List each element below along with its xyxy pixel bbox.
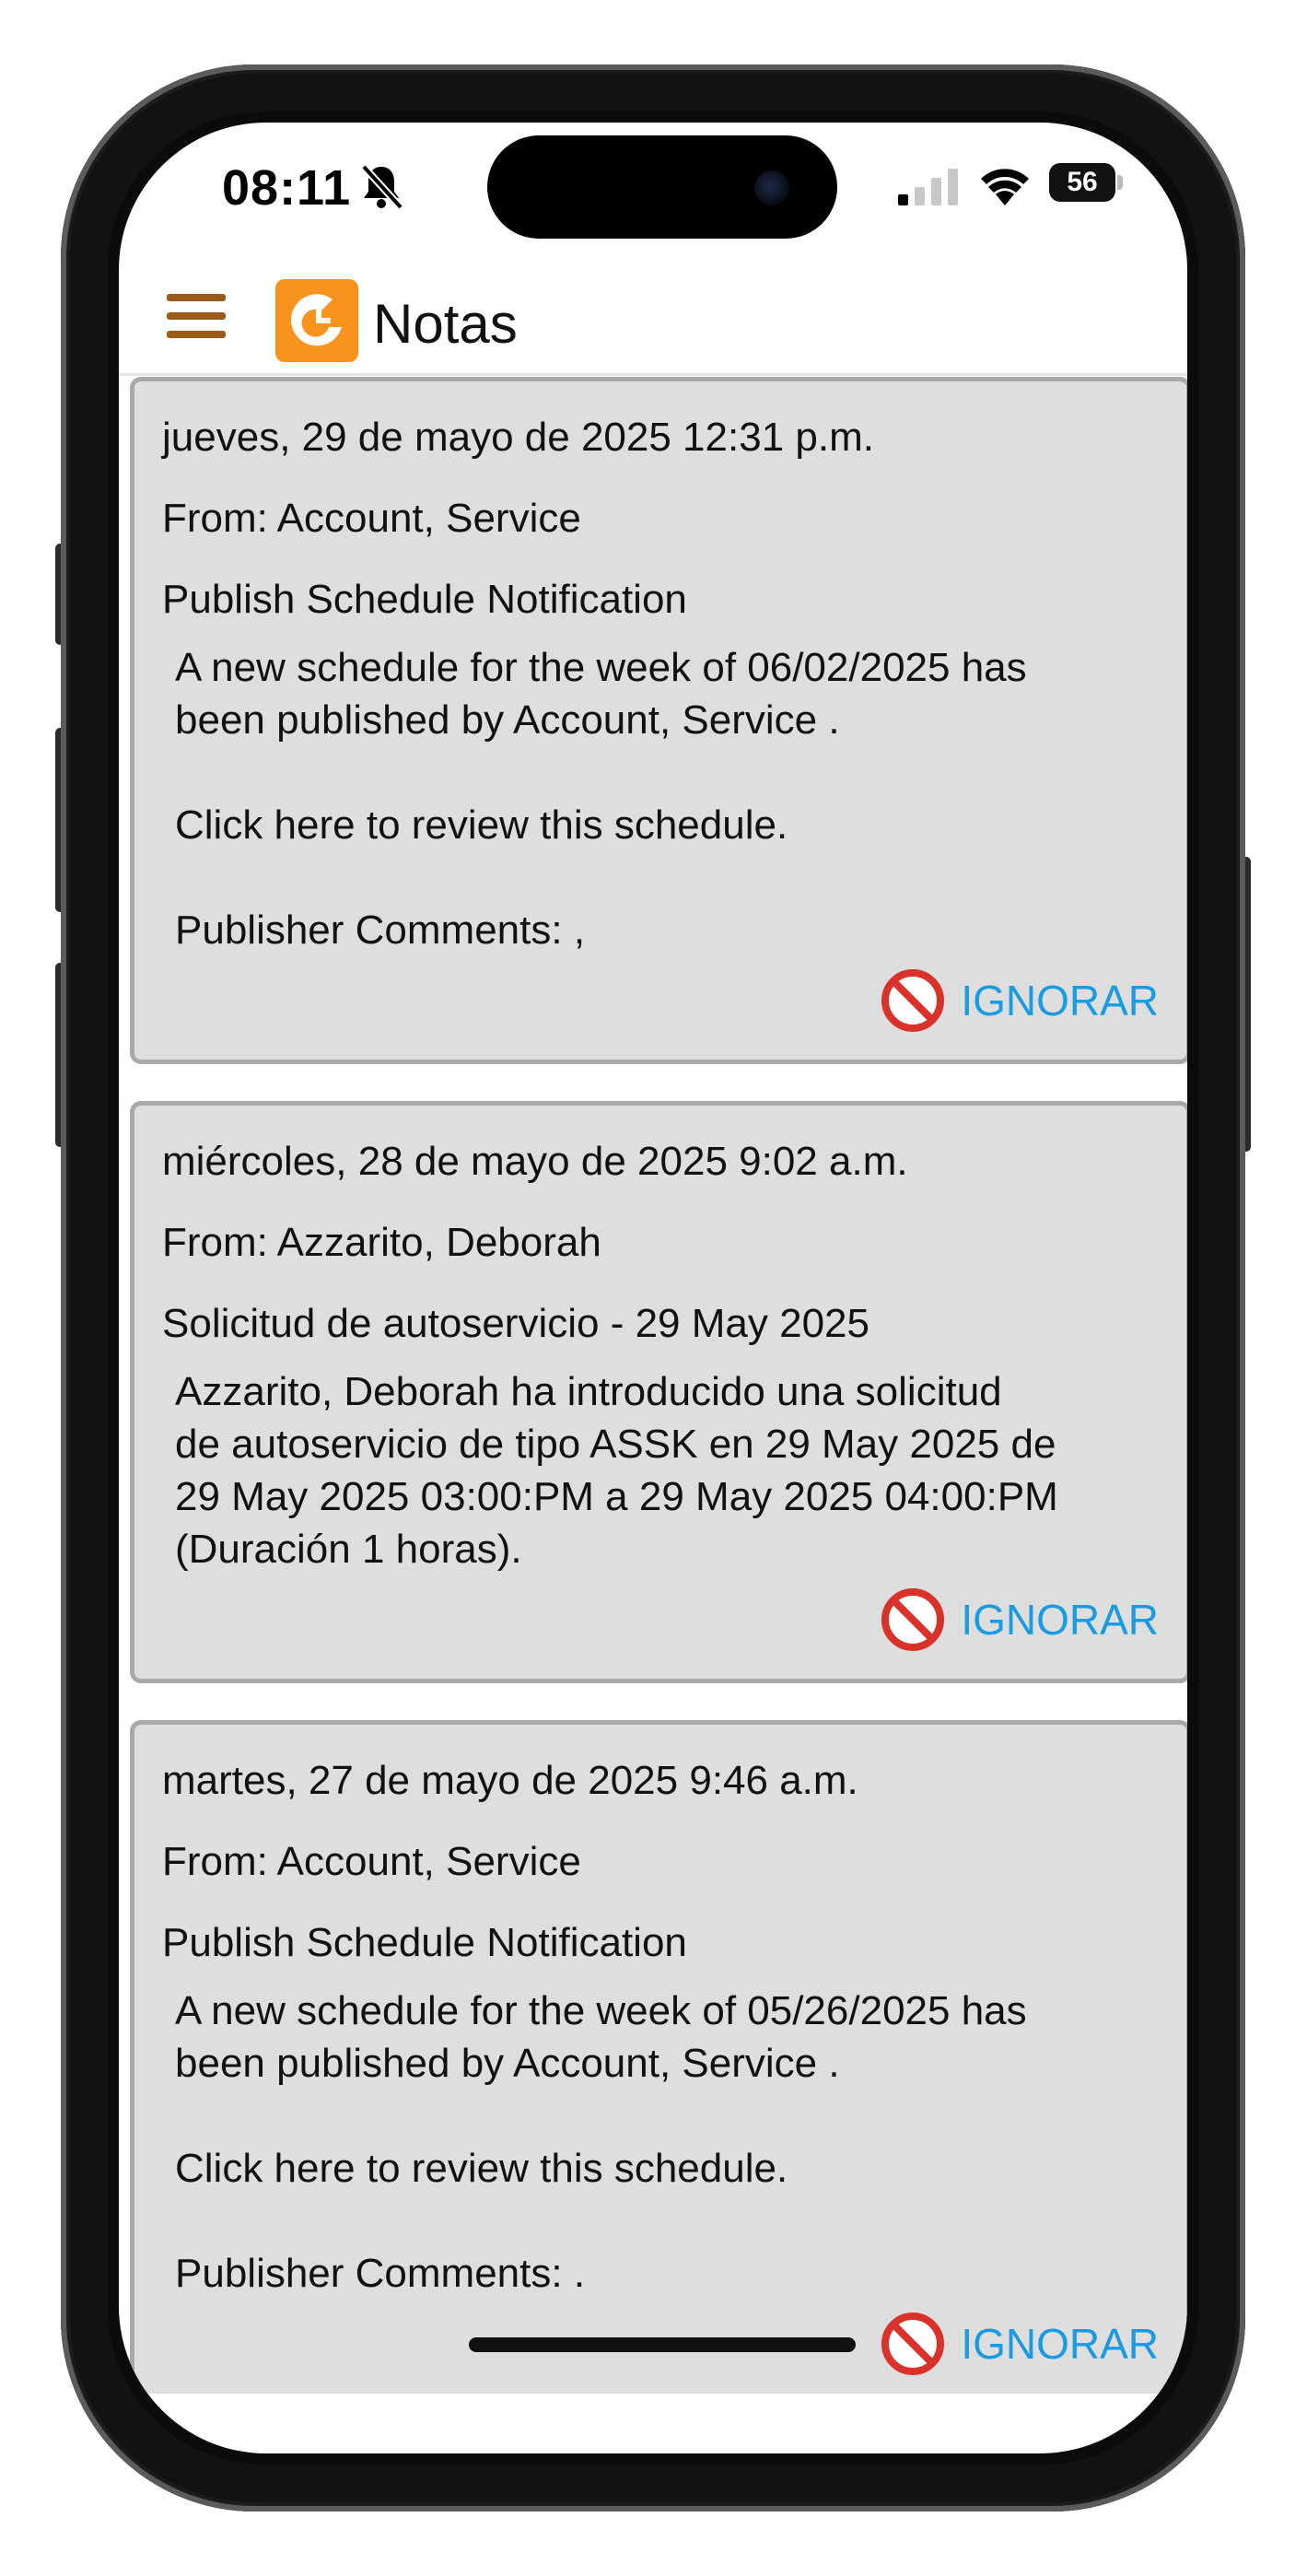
note-date: martes, 27 de mayo de 2025 9:46 a.m. — [162, 1758, 858, 1803]
note-from: From: Account, Service — [162, 1839, 581, 1884]
screen: 08:11 56 Notas jueves, 29 de mayo de 202… — [119, 123, 1187, 2453]
note-from: From: Azzarito, Deborah — [162, 1220, 601, 1265]
note-subject: Solicitud de autoservicio - 29 May 2025 — [162, 1301, 869, 1346]
ignore-button[interactable]: IGNORAR — [880, 2311, 1159, 2377]
note-from: From: Account, Service — [162, 496, 581, 541]
ban-icon — [881, 2313, 945, 2375]
home-indicator[interactable] — [469, 2337, 856, 2352]
note-body[interactable]: A new schedule for the week of 05/26/202… — [175, 1985, 1170, 2300]
camera-icon — [754, 170, 789, 205]
ignore-button[interactable]: IGNORAR — [880, 1587, 1159, 1653]
cellular-signal-icon — [898, 169, 958, 205]
note-subject: Publish Schedule Notification — [162, 577, 687, 622]
phone-frame: 08:11 56 Notas jueves, 29 de mayo de 202… — [61, 64, 1245, 2512]
ban-icon — [881, 1588, 945, 1651]
note-body[interactable]: A new schedule for the week of 06/02/202… — [175, 641, 1170, 956]
notes-list: jueves, 29 de mayo de 2025 12:31 p.m. Fr… — [119, 377, 1187, 2394]
ban-icon — [881, 969, 945, 1032]
battery-cap — [1117, 175, 1123, 190]
note-date: jueves, 29 de mayo de 2025 12:31 p.m. — [162, 415, 874, 460]
app-logo-icon — [275, 279, 358, 362]
wifi-icon — [981, 169, 1029, 205]
status-time: 08:11 — [222, 160, 352, 216]
ignore-button[interactable]: IGNORAR — [880, 967, 1159, 1034]
dynamic-island — [487, 135, 837, 239]
note-card: martes, 27 de mayo de 2025 9:46 a.m. Fro… — [130, 1720, 1187, 2394]
battery-indicator: 56 — [1049, 163, 1115, 202]
ignore-label: IGNORAR — [961, 2320, 1159, 2368]
app-header: Notas — [119, 274, 1187, 376]
hamburger-menu-icon[interactable] — [167, 294, 226, 349]
note-subject: Publish Schedule Notification — [162, 1920, 687, 1965]
note-date: miércoles, 28 de mayo de 2025 9:02 a.m. — [162, 1139, 908, 1184]
note-body: Azzarito, Deborah ha introducido una sol… — [175, 1369, 1058, 1572]
note-card: miércoles, 28 de mayo de 2025 9:02 a.m. … — [130, 1101, 1187, 1683]
bell-muted-icon — [361, 164, 403, 210]
phone-bezel: 08:11 56 Notas jueves, 29 de mayo de 202… — [108, 111, 1198, 2465]
ignore-label: IGNORAR — [961, 977, 1159, 1025]
note-card: jueves, 29 de mayo de 2025 12:31 p.m. Fr… — [130, 377, 1187, 1064]
ignore-label: IGNORAR — [961, 1596, 1159, 1644]
page-title: Notas — [373, 293, 518, 355]
